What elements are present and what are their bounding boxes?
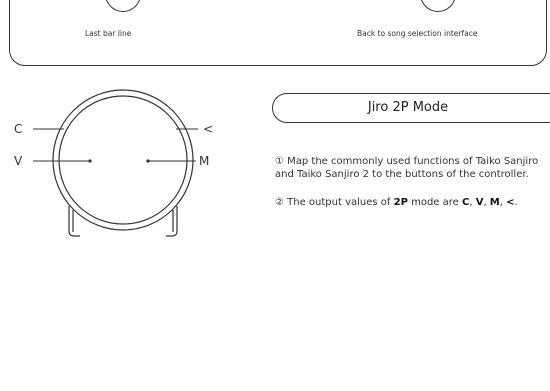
label-lt: <	[203, 122, 213, 136]
label-v: V	[14, 154, 23, 168]
mode-description-1: ① Map the commonly used functions of Tai…	[275, 156, 539, 180]
mode-name-2p: 2P	[393, 197, 408, 208]
label-c: C	[14, 122, 22, 136]
esc-key-caption: Back to song selection interface	[357, 29, 478, 38]
output-value-m: M	[489, 197, 500, 208]
label-m: M	[199, 154, 209, 168]
mode-title-pill: Jiro 2P Mode	[272, 93, 550, 123]
drum-controller-diagram: C V M <	[14, 89, 213, 237]
drum-inner-face	[58, 95, 188, 225]
mode-description-2: ② The output values of 2P mode are C, V,…	[275, 197, 518, 208]
output-value-lt: <	[506, 197, 515, 208]
drum-outer-rim	[52, 89, 194, 231]
